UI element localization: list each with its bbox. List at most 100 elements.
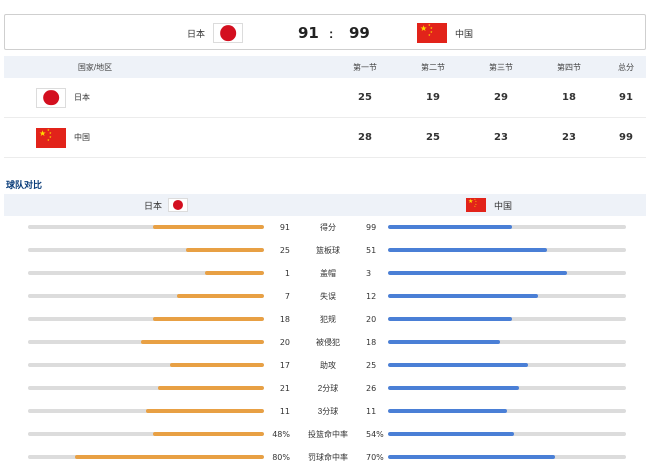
- header-region: 国家/地区: [77, 62, 113, 72]
- right-stat-bar-track: [388, 271, 626, 275]
- left-stat-value: 7: [284, 292, 290, 301]
- japan-flag-icon: [168, 198, 189, 212]
- away-score-wrap: 99: [349, 15, 370, 51]
- left-stat-bar-track: [28, 386, 264, 390]
- right-stat-bar-track: [388, 317, 626, 321]
- right-stat-value: 70%: [366, 453, 384, 462]
- left-stat-value: 25: [279, 246, 290, 255]
- table-header: 国家/地区 第一节 第二节 第三节 第四节 总分: [4, 56, 646, 78]
- home-score-wrap: 91: [298, 15, 319, 51]
- right-stat-bar-track: [388, 386, 626, 390]
- left-stat-bar-track: [28, 271, 264, 275]
- stat-row: 21 2分球 26: [0, 377, 660, 400]
- flag-star-icon: ★: [420, 24, 428, 33]
- right-team-header: ★ ★ ★ ★ ★ 中国: [466, 194, 512, 216]
- left-stat-bar-fill: [157, 386, 264, 390]
- right-stat-bar-fill: [388, 225, 512, 229]
- right-stat-value: 12: [366, 292, 377, 301]
- right-stat-bar-track: [388, 432, 626, 436]
- left-stat-value: 20: [279, 338, 290, 347]
- q2-score: 25: [426, 132, 440, 143]
- china-flag-icon: ★ ★ ★ ★ ★: [36, 127, 66, 148]
- right-stat-bar-track: [388, 248, 626, 252]
- stat-label: 2分球: [317, 384, 339, 393]
- left-stat-value: 18: [279, 315, 290, 324]
- right-stat-bar-track: [388, 294, 626, 298]
- right-team-name: 中国: [494, 200, 513, 211]
- china-flag-icon: ★ ★ ★ ★ ★: [417, 23, 447, 43]
- total-score: 91: [619, 92, 633, 103]
- left-stat-bar-track: [28, 317, 264, 321]
- q1-score: 28: [358, 132, 372, 143]
- stat-label: 篮板球: [316, 246, 340, 255]
- right-stat-bar-fill: [388, 248, 548, 252]
- home-team-name: 日本: [187, 28, 206, 39]
- right-stat-bar-fill: [388, 363, 529, 367]
- right-stat-bar-track: [388, 455, 626, 459]
- stat-row: 91 得分 99: [0, 216, 660, 239]
- away-flag-wrap: ★ ★ ★ ★ ★: [417, 15, 447, 51]
- right-stat-bar-fill: [388, 455, 555, 459]
- right-stat-bar-fill: [388, 317, 512, 321]
- stat-label: 助攻: [320, 361, 336, 370]
- score-separator: :: [329, 25, 334, 41]
- right-stat-bar-track: [388, 340, 626, 344]
- left-stat-bar-track: [28, 294, 264, 298]
- right-stat-bar-fill: [388, 294, 538, 298]
- header-q2: 第二节: [421, 62, 445, 72]
- left-stat-bar-fill: [186, 248, 264, 252]
- header-q3: 第三节: [489, 62, 513, 72]
- stat-row: 48% 投篮命中率 54%: [0, 423, 660, 446]
- left-stat-value: 21: [279, 384, 290, 393]
- score-separator-wrap: :: [329, 15, 333, 51]
- right-stat-bar-track: [388, 363, 626, 367]
- stat-label: 3分球: [317, 407, 339, 416]
- left-stat-bar-fill: [75, 455, 264, 459]
- right-stat-value: 99: [366, 223, 377, 232]
- stat-row: 20 被侵犯 18: [0, 331, 660, 354]
- flag-star-icon: ★: [468, 198, 474, 205]
- q4-score: 23: [562, 132, 576, 143]
- left-team-header: 日本: [144, 194, 189, 216]
- stat-row: 80% 罚球命中率 70%: [0, 446, 660, 468]
- left-stat-bar-track: [28, 455, 264, 459]
- right-stat-value: 18: [366, 338, 377, 347]
- away-score: 99: [349, 24, 370, 42]
- right-stat-value: 54%: [366, 430, 384, 439]
- team-name: 中国: [74, 133, 90, 142]
- right-stat-bar-fill: [388, 409, 507, 413]
- stat-comparison-list: 91 得分 99 25 篮板球 51 1 盖帽 3 7 失误 12 18 犯规 20 20 被侵犯 18 17 助攻 2…: [0, 216, 660, 468]
- right-stat-value: 25: [366, 361, 377, 370]
- left-stat-bar-track: [28, 409, 264, 413]
- stat-row: 18 犯规 20: [0, 308, 660, 331]
- left-stat-bar-fill: [205, 271, 264, 275]
- left-stat-bar-fill: [176, 294, 264, 298]
- score-card: 日本 91 : 99 ★ ★ ★ ★ ★ 中国: [4, 14, 646, 50]
- row-team: 日本: [36, 78, 90, 117]
- right-stat-bar-fill: [388, 386, 519, 390]
- stat-label: 罚球命中率: [308, 453, 348, 462]
- left-stat-bar-fill: [153, 225, 264, 229]
- left-stat-value: 91: [279, 223, 290, 232]
- left-stat-bar-fill: [146, 409, 264, 413]
- header-total: 总分: [618, 62, 634, 72]
- table-row: ★ ★ ★ ★ ★ 中国 28 25 23 23 99: [4, 118, 646, 158]
- right-stat-bar-track: [388, 409, 626, 413]
- left-stat-value: 1: [284, 269, 290, 278]
- row-team: ★ ★ ★ ★ ★ 中国: [36, 118, 90, 157]
- header-q1: 第一节: [353, 62, 377, 72]
- stat-label: 投篮命中率: [308, 430, 348, 439]
- quarter-score-table: 国家/地区 第一节 第二节 第三节 第四节 总分 日本 25 19 29 18 …: [4, 56, 646, 158]
- right-stat-value: 51: [366, 246, 377, 255]
- away-team-name: 中国: [455, 28, 474, 39]
- right-stat-value: 3: [366, 269, 372, 278]
- left-stat-bar-fill: [169, 363, 264, 367]
- q2-score: 19: [426, 92, 440, 103]
- china-flag-icon: ★ ★ ★ ★ ★: [466, 198, 486, 212]
- left-team-name: 日本: [144, 200, 163, 211]
- right-stat-bar-fill: [388, 432, 515, 436]
- comparison-header: 日本 ★ ★ ★ ★ ★ 中国: [4, 194, 646, 216]
- japan-flag-icon: [213, 23, 243, 43]
- team-name: 日本: [74, 93, 90, 102]
- left-stat-bar-track: [28, 363, 264, 367]
